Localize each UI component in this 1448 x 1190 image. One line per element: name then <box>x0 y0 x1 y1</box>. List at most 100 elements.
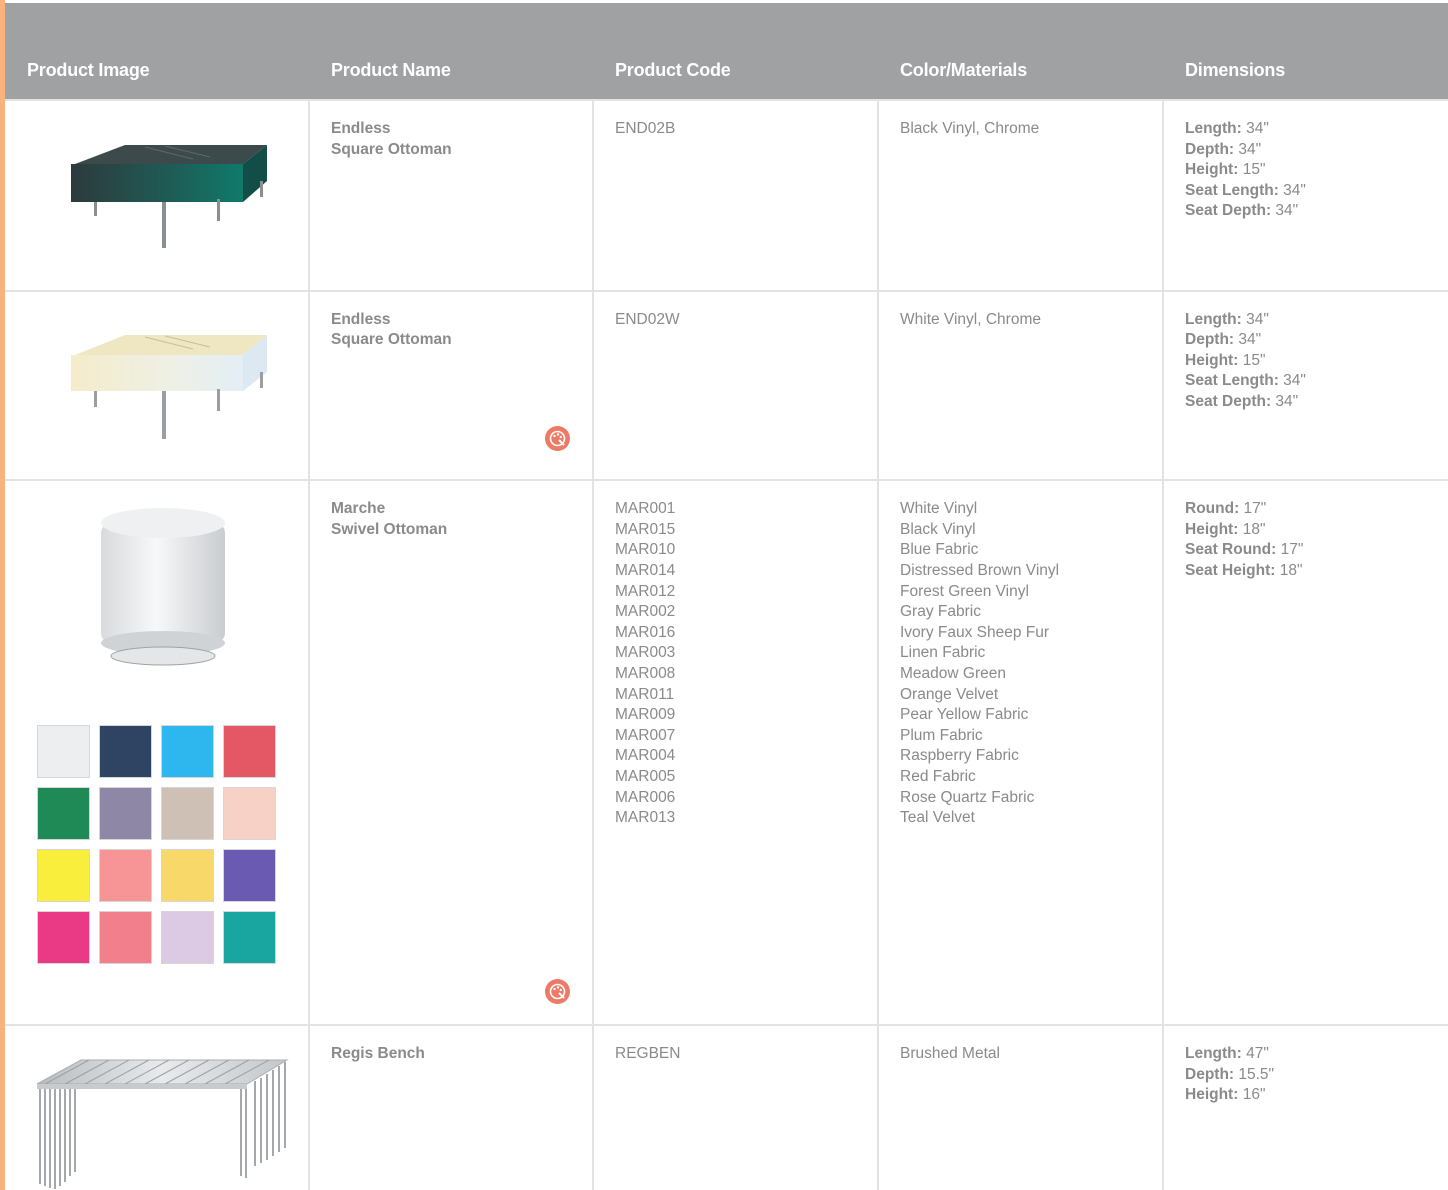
material-entry: Ivory Faux Sheep Fur <box>900 623 1050 641</box>
color-swatch[interactable] <box>223 787 276 841</box>
product-code: MAR015 <box>615 520 676 538</box>
material-entry: Gray Fabric <box>900 603 981 621</box>
material-entry: Blue Fabric <box>900 541 979 559</box>
product-code: MAR001 <box>615 500 676 518</box>
color-swatch[interactable] <box>99 911 152 965</box>
color-swatch[interactable] <box>223 849 276 903</box>
product-image-cell <box>5 289 310 482</box>
material-entry: White Vinyl <box>900 500 978 518</box>
product-image-cell <box>5 479 310 1027</box>
table-row: Regis Bench REGBEN Brushed Metal Length:… <box>5 1024 1448 1190</box>
product-name-line: Regis Bench <box>331 1045 425 1063</box>
product-code: MAR016 <box>615 623 676 641</box>
color-swatch[interactable] <box>161 787 214 841</box>
color-swatch[interactable] <box>37 911 90 965</box>
product-code-cell: END02B <box>592 99 879 292</box>
material-entry: Forest Green Vinyl <box>900 582 1029 600</box>
product-code: MAR002 <box>615 603 676 621</box>
black-square-ottoman-image <box>71 145 267 248</box>
product-image-cell <box>5 99 310 292</box>
color-swatch[interactable] <box>99 787 152 841</box>
product-code: REGBEN <box>615 1045 681 1063</box>
white-square-ottoman-image <box>71 334 267 439</box>
product-name-cell: Endless Square Ottoman <box>308 289 594 482</box>
product-image-cell <box>5 1024 310 1190</box>
materials-cell: Black Vinyl, Chrome <box>877 99 1164 292</box>
product-name-cell: Endless Square Ottoman <box>308 99 594 292</box>
materials-cell: Brushed Metal <box>877 1024 1164 1190</box>
product-code: MAR011 <box>615 685 675 703</box>
product-code-cell: MAR001 MAR015 MAR010 MAR014 MAR012 MAR002 MAR0… <box>592 479 879 1027</box>
header-product-image: Product Image <box>27 60 150 80</box>
dimension-entry: Seat Length: 34" <box>1185 372 1306 390</box>
product-name-line: Square Ottoman <box>331 140 452 158</box>
product-name-cell: Marche Swivel Ottoman <box>308 479 594 1027</box>
dimension-entry: Round: 17" <box>1185 500 1267 518</box>
material-entry: Teal Velvet <box>900 809 975 827</box>
dimensions-cell: Length: 34" Depth: 34" Height: 15" Seat … <box>1162 99 1448 292</box>
dimensions-cell: Length: 34" Depth: 34" Height: 15" Seat … <box>1162 289 1448 482</box>
material-entry: Black Vinyl, Chrome <box>900 120 1040 137</box>
table-header-row: Product Image Product Name Product Code … <box>5 3 1448 100</box>
dimension-entry: Seat Depth: 34" <box>1185 392 1299 410</box>
dimension-entry: Seat Height: 18" <box>1185 561 1303 579</box>
product-code-cell: END02W <box>592 289 879 482</box>
dimension-entry: Length: 34" <box>1185 310 1269 328</box>
table-row: Marche Swivel Ottoman MAR001 MAR015 MAR010… <box>5 479 1448 1027</box>
product-code: MAR005 <box>615 767 676 785</box>
materials-cell: White Vinyl Black Vinyl Blue Fabric Distres… <box>877 479 1164 1027</box>
product-code: END02W <box>615 310 680 328</box>
material-entry: Distressed Brown Vinyl <box>900 561 1060 579</box>
material-entry: Meadow Green <box>900 664 1006 682</box>
product-code: MAR010 <box>615 541 676 559</box>
material-entry: Brushed Metal <box>900 1045 1000 1063</box>
material-entry: Black Vinyl <box>900 520 976 538</box>
product-name-line: Endless <box>331 120 391 137</box>
color-palette-icon[interactable] <box>545 979 570 1005</box>
product-table: Product Image Product Name Product Code … <box>5 3 1448 1190</box>
dimension-entry: Seat Round: 17" <box>1185 541 1304 559</box>
material-entry: White Vinyl, Chrome <box>900 310 1041 328</box>
dimension-entry: Height: 18" <box>1185 520 1266 538</box>
color-swatch[interactable] <box>99 725 152 779</box>
product-name-cell: Regis Bench <box>308 1024 594 1190</box>
product-code: MAR004 <box>615 747 676 765</box>
dimension-entry: Height: 15" <box>1185 351 1266 369</box>
dimension-entry: Length: 34" <box>1185 120 1269 137</box>
color-swatch[interactable] <box>161 725 214 779</box>
product-code-cell: REGBEN <box>592 1024 879 1190</box>
color-swatch[interactable] <box>37 849 90 903</box>
color-swatch[interactable] <box>99 849 152 903</box>
color-swatch-grid <box>37 725 276 965</box>
product-name-line: Swivel Ottoman <box>331 520 448 538</box>
material-entry: Pear Yellow Fabric <box>900 706 1029 724</box>
color-swatch[interactable] <box>37 787 90 841</box>
material-entry: Red Fabric <box>900 767 976 785</box>
dimension-entry: Depth: 34" <box>1185 140 1262 158</box>
product-code: MAR012 <box>615 582 676 600</box>
color-swatch[interactable] <box>223 725 276 779</box>
material-entry: Linen Fabric <box>900 644 986 662</box>
product-code: MAR007 <box>615 726 676 744</box>
product-code: MAR014 <box>615 561 676 579</box>
dimensions-cell: Length: 47" Depth: 15.5" Height: 16" <box>1162 1024 1448 1190</box>
product-code: END02B <box>615 120 676 137</box>
dimension-entry: Seat Depth: 34" <box>1185 202 1299 220</box>
color-swatch[interactable] <box>223 911 276 965</box>
dimensions-cell: Round: 17" Height: 18" Seat Round: 17" S… <box>1162 479 1448 1027</box>
product-code: MAR008 <box>615 664 676 682</box>
color-swatch[interactable] <box>161 911 214 965</box>
color-palette-icon[interactable] <box>545 425 570 451</box>
table-row: Endless Square Ottoman END02W White Viny… <box>5 289 1448 482</box>
product-code: MAR003 <box>615 644 676 662</box>
product-name-line: Marche <box>331 500 386 518</box>
dimension-entry: Length: 47" <box>1185 1045 1269 1063</box>
product-name-line: Endless <box>331 310 391 328</box>
header-product-name: Product Name <box>331 60 451 80</box>
color-swatch[interactable] <box>161 849 214 903</box>
round-swivel-ottoman-image <box>101 508 225 666</box>
color-swatch[interactable] <box>37 725 90 779</box>
metal-bench-image <box>36 1059 289 1190</box>
product-code: MAR013 <box>615 809 676 827</box>
header-dimensions: Dimensions <box>1185 60 1286 80</box>
